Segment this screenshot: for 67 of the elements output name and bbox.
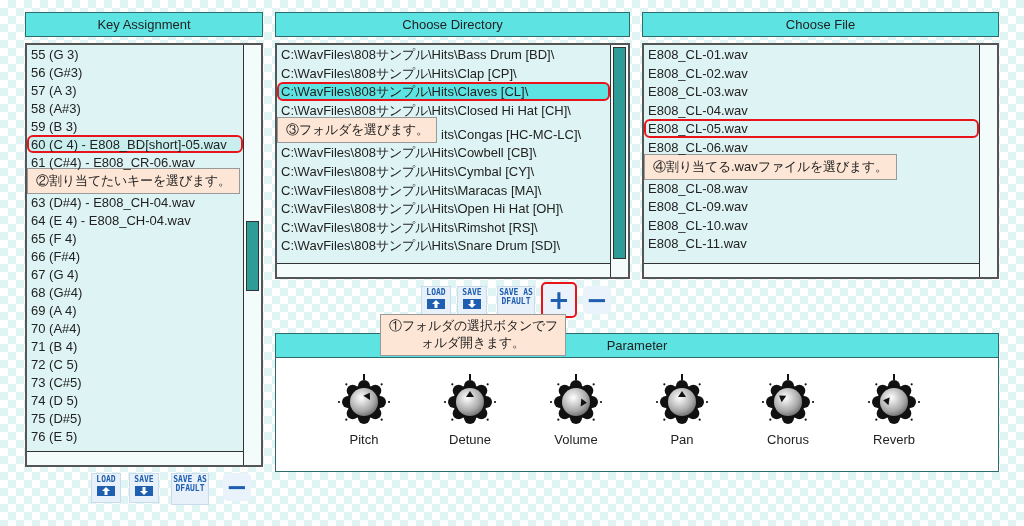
knob-label: Pan <box>670 432 694 447</box>
callout-note: ④割り当てる.wavファイルを選びます。 <box>644 153 897 180</box>
list-item[interactable]: 63 (D#4) - E808_CH-04.wav <box>27 193 243 211</box>
load-button[interactable]: LOAD <box>421 286 451 316</box>
list-item[interactable]: 72 (C 5) <box>27 355 243 373</box>
save-as-default-button[interactable]: SAVE AS DFAULT <box>171 473 209 505</box>
list-item[interactable]: E808_CL-08.wav <box>644 178 979 198</box>
list-item[interactable]: E808_CL-01.wav <box>644 45 979 64</box>
list-item[interactable]: 66 (F#4) <box>27 247 243 265</box>
list-item[interactable]: E808_CL-09.wav <box>644 197 979 216</box>
callout-note: ①フォルダの選択ボタンでフォルダ開きます。 <box>380 314 566 356</box>
scrollbar[interactable] <box>610 45 628 277</box>
list-item[interactable]: 58 (A#3) <box>27 99 243 117</box>
list-item[interactable]: C:\WavFiles\808サンプル\Hits\Claves [CL]\ <box>277 82 610 101</box>
list-item[interactable]: C:\WavFiles\808サンプル\Hits\Snare Drum [SD]\ <box>277 236 610 255</box>
save-button[interactable]: SAVE <box>457 286 487 316</box>
list-item[interactable]: 75 (D#5) <box>27 409 243 427</box>
list-item[interactable]: C:\WavFiles\808サンプル\Hits\Open Hi Hat [OH]\ <box>277 199 610 218</box>
list-item[interactable]: 71 (B 4) <box>27 337 243 355</box>
scrollbar[interactable] <box>979 45 997 277</box>
knob-label: Pitch <box>349 432 379 447</box>
list-item[interactable]: 64 (E 4) - E808_CH-04.wav <box>27 211 243 229</box>
list-item[interactable]: 56 (G#3) <box>27 63 243 81</box>
list-item[interactable]: E808_CL-10.wav <box>644 215 979 235</box>
list-item[interactable]: C:\WavFiles\808サンプル\Hits\Clap [CP]\ <box>277 63 610 83</box>
list-item[interactable]: 65 (F 4) <box>27 229 243 247</box>
list-item[interactable]: 55 (G 3) <box>27 45 243 63</box>
list-item[interactable]: E808_CL-02.wav <box>644 63 979 83</box>
load-button[interactable]: LOAD <box>91 473 121 503</box>
list-item[interactable]: C:\WavFiles\808サンプル\Hits\Cymbal [CY]\ <box>277 161 610 181</box>
scrollbar[interactable] <box>243 45 261 465</box>
list-item[interactable]: C:\WavFiles\808サンプル\Hits\Closed Hi Hat [CH]\ <box>277 100 610 120</box>
list-item[interactable]: C:\WavFiles\808サンプル\Hits\Cowbell [CB]\ <box>277 143 610 162</box>
scrollbar[interactable] <box>277 263 610 277</box>
list-item[interactable]: 69 (A 4) <box>27 301 243 319</box>
list-item[interactable]: 57 (A 3) <box>27 81 243 99</box>
list-item[interactable]: C:\WavFiles\808サンプル\Hits\Rimshot [RS]\ <box>277 217 610 237</box>
remove-button[interactable]: − <box>583 286 611 314</box>
panel-header: Choose Directory <box>275 12 630 37</box>
list-item[interactable]: 60 (C 4) - E808_BD[short]-05.wav <box>27 135 243 153</box>
knob-label: Volume <box>554 432 598 447</box>
list-item[interactable]: 76 (E 5) <box>27 427 243 445</box>
knob-label: Reverb <box>873 432 915 447</box>
list-item[interactable]: E808_CL-11.wav <box>644 234 979 253</box>
list-item[interactable]: its\Congas [HC-MC-LC]\ <box>437 124 586 144</box>
list-item[interactable]: C:\WavFiles\808サンプル\Hits\Bass Drum [BD]\ <box>277 45 610 64</box>
add-button[interactable]: + <box>541 282 577 318</box>
save-button[interactable]: SAVE <box>129 473 159 503</box>
list-item[interactable]: C:\WavFiles\808サンプル\Hits\Maracas [MA]\ <box>277 180 610 200</box>
list-item[interactable]: 70 (A#4) <box>27 319 243 337</box>
list-item[interactable]: 74 (D 5) <box>27 391 243 409</box>
list-item[interactable]: 59 (B 3) <box>27 117 243 135</box>
list-item[interactable]: 61 (C#4) - E808_CR-06.wav <box>27 153 243 171</box>
callout-note: ③フォルダを選びます。 <box>277 117 437 144</box>
list-item[interactable]: 68 (G#4) <box>27 283 243 301</box>
list-item[interactable]: E808_CL-04.wav <box>644 100 979 120</box>
knob-label: Chorus <box>767 432 809 447</box>
remove-button[interactable]: − <box>223 473 251 501</box>
list-item[interactable]: 73 (C#5) <box>27 373 243 391</box>
list-item[interactable]: E808_CL-03.wav <box>644 82 979 101</box>
list-item[interactable]: 67 (G 4) <box>27 265 243 283</box>
scrollbar[interactable] <box>644 263 979 277</box>
list-item[interactable]: E808_CL-05.wav <box>644 119 979 138</box>
scrollbar[interactable] <box>27 451 243 465</box>
panel-header: Choose File <box>642 12 999 37</box>
panel-header: Key Assignment <box>25 12 263 37</box>
knob-label: Detune <box>449 432 491 447</box>
